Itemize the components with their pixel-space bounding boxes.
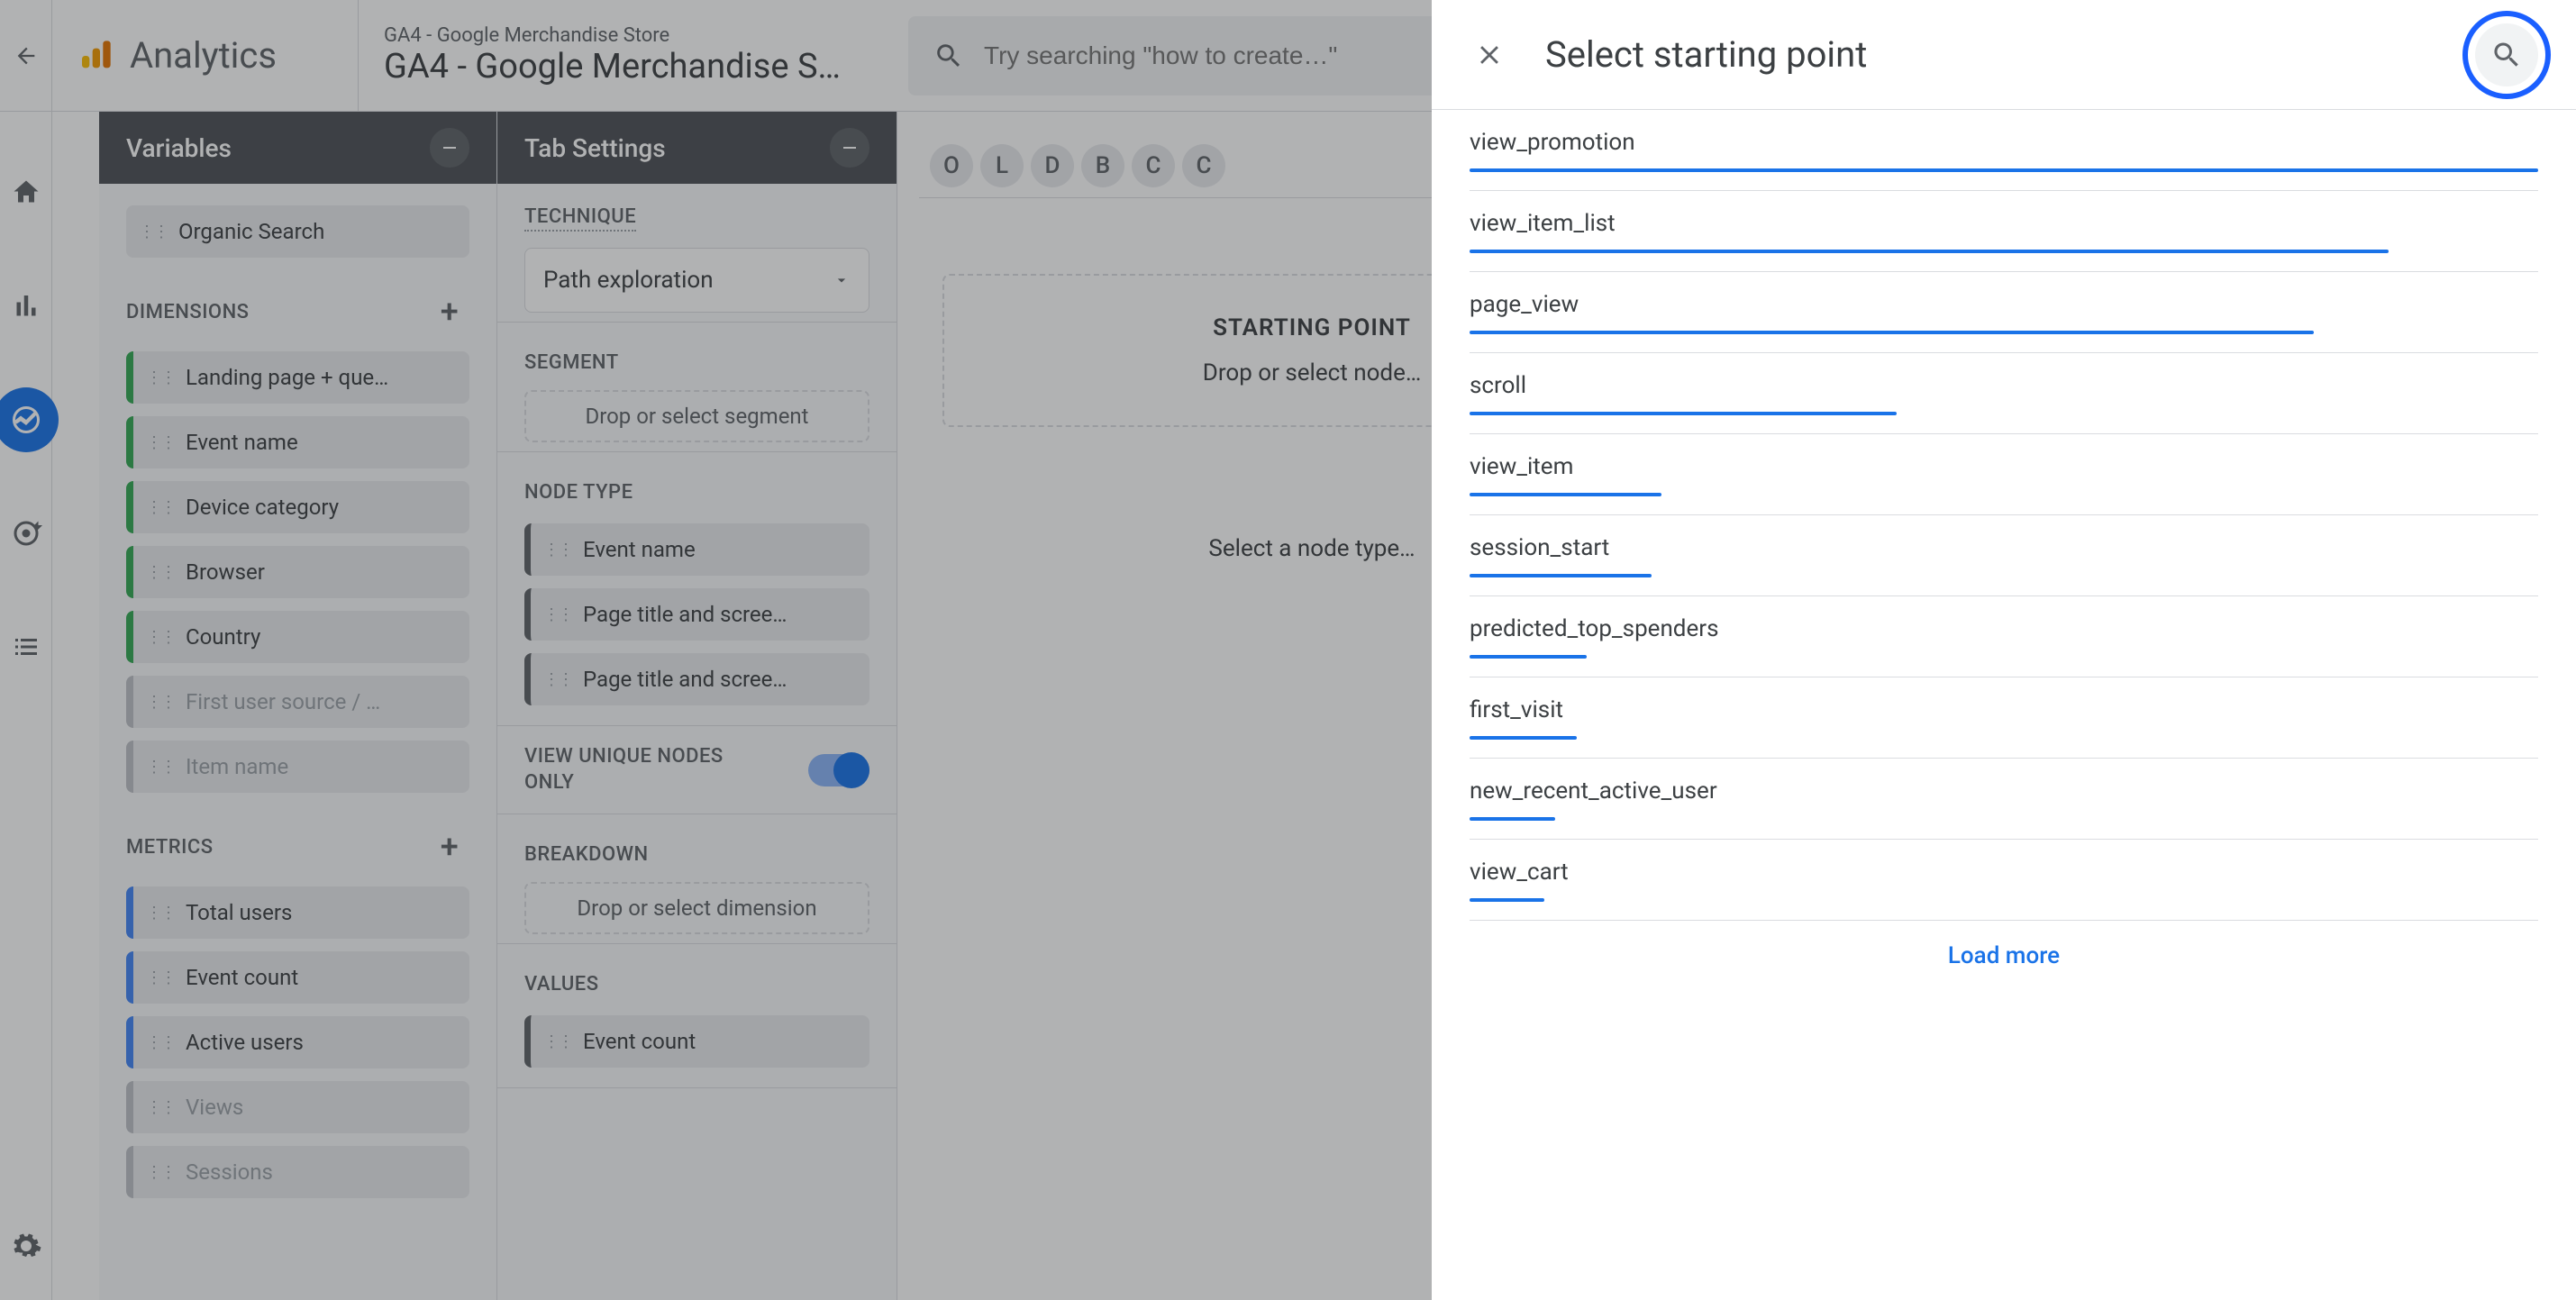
event-name: scroll (1470, 372, 2538, 399)
event-bar (1470, 493, 1661, 496)
event-bar (1470, 736, 1577, 740)
event-row[interactable]: view_cart (1470, 840, 2538, 921)
dialog-event-list: view_promotion view_item_list page_viewscr… (1432, 110, 2576, 1300)
event-row[interactable]: new_recent_active_user (1470, 759, 2538, 840)
event-bar (1470, 250, 2389, 253)
search-icon (2490, 39, 2523, 71)
event-row[interactable]: view_item (1470, 434, 2538, 515)
starting-point-dialog: Select starting point view_promotionview… (1432, 0, 2576, 1300)
event-name: session_start (1470, 534, 2538, 561)
event-row[interactable]: scroll (1470, 353, 2538, 434)
event-row[interactable]: first_visit (1470, 677, 2538, 759)
event-name: first_visit (1470, 696, 2538, 723)
event-name: view_promotion (1470, 129, 2538, 156)
event-row[interactable]: view_item_list (1470, 191, 2538, 272)
event-name: view_cart (1470, 859, 2538, 886)
event-bar (1470, 655, 1587, 659)
event-name: predicted_top_spenders (1470, 615, 2538, 642)
event-bar (1470, 898, 1544, 902)
event-name: view_item_list (1470, 210, 2538, 237)
event-bar (1470, 412, 1897, 415)
event-bar (1470, 817, 1555, 821)
event-row[interactable]: view_promotion (1470, 110, 2538, 191)
event-row[interactable]: session_start (1470, 515, 2538, 596)
event-row[interactable]: page_view (1470, 272, 2538, 353)
event-row[interactable]: predicted_top_spenders (1470, 596, 2538, 677)
event-bar (1470, 574, 1652, 577)
close-icon (1474, 40, 1505, 70)
close-dialog-button[interactable] (1470, 35, 1509, 75)
dialog-search-button[interactable] (2475, 23, 2538, 86)
event-name: new_recent_active_user (1470, 777, 2538, 805)
event-bar (1470, 331, 2314, 334)
event-name: page_view (1470, 291, 2538, 318)
dialog-title: Select starting point (1545, 33, 1867, 76)
event-bar (1470, 168, 2538, 172)
dialog-header: Select starting point (1432, 0, 2576, 110)
event-name: view_item (1470, 453, 2538, 480)
load-more-button[interactable]: Load more (1470, 921, 2538, 1023)
